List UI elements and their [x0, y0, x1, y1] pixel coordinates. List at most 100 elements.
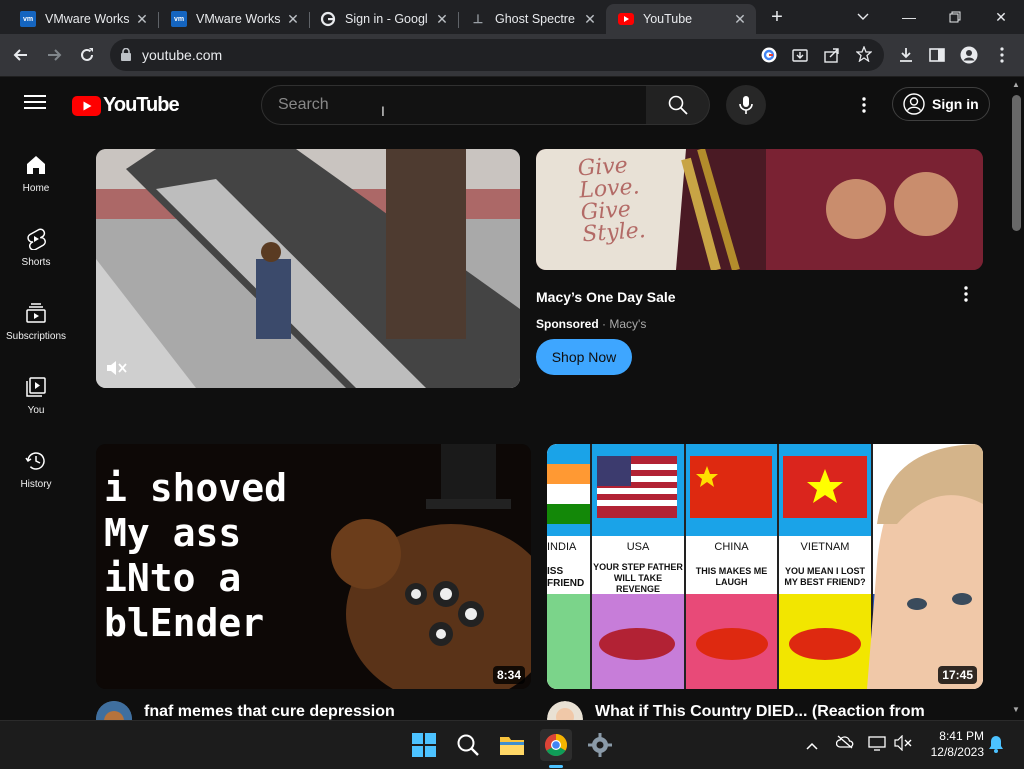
windows-start-icon[interactable] [408, 729, 440, 761]
tab-title: YouTube [643, 12, 693, 26]
video-title[interactable]: fnaf memes that cure depression [144, 703, 395, 721]
tab-search-icon[interactable] [840, 0, 886, 34]
text-cursor-icon: I [381, 103, 385, 119]
thumb-caption: THIS MAKES ME LAUGH [695, 566, 768, 587]
muted-volume-icon[interactable] [106, 359, 128, 382]
sidebar-item-home[interactable]: Home [0, 153, 72, 194]
close-tab-icon[interactable]: ✕ [434, 11, 450, 28]
search-input[interactable]: Search I [261, 85, 647, 125]
video-thumbnail-1[interactable]: i shoved My ass iNto a blEnder 8:34 [96, 444, 531, 689]
video-duration: 8:34 [492, 666, 525, 684]
new-tab-button[interactable]: + [760, 0, 794, 34]
search-button[interactable] [646, 85, 710, 125]
youtube-logo-text: YouTube [103, 94, 180, 116]
ad-title[interactable]: Macy’s One Day Sale [536, 289, 676, 305]
restore-button[interactable] [932, 0, 978, 34]
menu-kebab-icon[interactable] [989, 42, 1015, 68]
minimize-button[interactable]: — [886, 0, 932, 34]
settings-gear-icon[interactable] [584, 729, 616, 761]
voice-search-button[interactable] [726, 85, 766, 125]
show-hidden-icons-chevron-icon[interactable] [806, 737, 818, 755]
downloads-icon[interactable] [893, 42, 919, 68]
ad-image-text: Give Love. Give Style. [576, 153, 647, 248]
tab-title: VMware Works [45, 12, 130, 26]
sidebar-item-label: You [27, 405, 45, 416]
browser-tab-2[interactable]: vm VMware Works ✕ [159, 4, 309, 34]
page-scrollbar[interactable]: ▲ ▼ [1009, 77, 1024, 720]
video-thumbnail-2[interactable]: INDIA ISS FRIEND USA YOUR STEP FATHER WI… [547, 444, 983, 689]
youtube-logo[interactable]: YouTube [72, 94, 180, 117]
thumb-country-label: CHINA [714, 541, 749, 553]
ad-video-preview[interactable] [96, 149, 520, 388]
google-lens-icon[interactable] [761, 47, 777, 68]
clock-date: 12/8/2023 [930, 745, 984, 759]
browser-tab-1[interactable]: vm VMware Works ✕ [8, 4, 158, 34]
sidebar-item-shorts[interactable]: Shorts [0, 227, 72, 268]
youtube-icon [618, 11, 634, 27]
video-thumbnail-text: i shoved My ass iNto a blEnder [104, 466, 288, 645]
browser-tab-strip: vm VMware Works ✕ vm VMware Works ✕ Sign… [0, 0, 1024, 34]
sidebar-item-subscriptions[interactable]: Subscriptions [0, 301, 72, 342]
close-window-button[interactable]: ✕ [978, 0, 1024, 34]
side-panel-icon[interactable] [924, 42, 950, 68]
reload-icon[interactable] [74, 42, 100, 68]
close-tab-icon[interactable]: ✕ [732, 11, 748, 28]
sidebar-item-label: Subscriptions [5, 331, 67, 342]
ad-meta: Sponsored · Macy's [536, 317, 646, 331]
share-icon[interactable] [824, 47, 840, 68]
profile-icon[interactable] [956, 42, 982, 68]
youtube-logo-icon [72, 95, 101, 116]
cloud-offline-icon[interactable] [835, 735, 854, 754]
thumb-country-label: INDIA [547, 541, 577, 553]
scroll-up-icon[interactable]: ▲ [1012, 80, 1020, 89]
close-tab-icon[interactable]: ✕ [134, 11, 150, 28]
advertiser-name: Macy's [609, 317, 647, 331]
scroll-down-icon[interactable]: ▼ [1012, 705, 1020, 714]
lock-icon[interactable] [121, 47, 131, 66]
browser-tab-4[interactable]: ⊥ Ghost Spectre ✕ [458, 4, 606, 34]
thumb-caption: YOUR STEP FATHER WILL TAKE REVENGE [593, 562, 683, 594]
vmware-icon: vm [20, 11, 36, 27]
close-tab-icon[interactable]: ✕ [582, 11, 598, 28]
taskbar-search-icon[interactable] [452, 729, 484, 761]
shop-now-button[interactable]: Shop Now [536, 339, 632, 375]
sidebar-item-you[interactable]: You [0, 375, 72, 416]
thumb-country-label: VIETNAM [800, 541, 850, 553]
windows-taskbar: 8:41 PM 12/8/2023 [0, 720, 1024, 769]
hamburger-menu-icon[interactable] [24, 94, 46, 115]
ad-image[interactable]: Give Love. Give Style. [536, 149, 983, 270]
settings-kebab-icon[interactable] [862, 97, 866, 118]
chrome-taskbar-icon[interactable] [540, 729, 572, 761]
sign-in-button[interactable]: Sign in [892, 87, 990, 121]
file-explorer-icon[interactable] [496, 729, 528, 761]
thumb-caption: ISS FRIEND [547, 566, 585, 589]
notification-bell-icon[interactable] [988, 735, 1004, 758]
taskbar-clock[interactable]: 8:41 PM 12/8/2023 [918, 728, 984, 760]
sidebar-item-history[interactable]: History [0, 449, 72, 490]
url-text: youtube.com [142, 47, 223, 63]
sign-in-label: Sign in [932, 96, 979, 112]
install-app-icon[interactable] [792, 47, 808, 68]
microphone-icon [739, 96, 753, 114]
close-tab-icon[interactable]: ✕ [285, 11, 301, 28]
browser-tab-5-active[interactable]: YouTube ✕ [606, 4, 756, 34]
sidebar-item-label: History [20, 479, 52, 490]
volume-muted-icon[interactable] [894, 734, 912, 756]
tab-title: VMware Works [196, 12, 281, 26]
ad-video-image [96, 149, 520, 388]
network-icon[interactable] [868, 735, 886, 756]
subscriptions-icon [0, 301, 72, 325]
forward-icon[interactable] [41, 42, 67, 68]
browser-tab-3[interactable]: Sign in - Googl ✕ [308, 4, 458, 34]
ad-options-kebab-icon[interactable] [964, 286, 968, 307]
back-icon[interactable] [8, 42, 34, 68]
address-bar[interactable]: youtube.com [110, 39, 884, 71]
sidebar-item-label: Home [22, 183, 50, 194]
you-icon [0, 375, 72, 399]
video-title[interactable]: What if This Country DIED... (Reaction f… [595, 703, 925, 721]
ghost-spectre-icon: ⊥ [472, 12, 484, 26]
scrollbar-thumb[interactable] [1012, 95, 1021, 231]
sidebar-item-label: Shorts [21, 257, 51, 268]
home-icon [0, 153, 72, 177]
bookmark-star-icon[interactable] [855, 45, 873, 67]
